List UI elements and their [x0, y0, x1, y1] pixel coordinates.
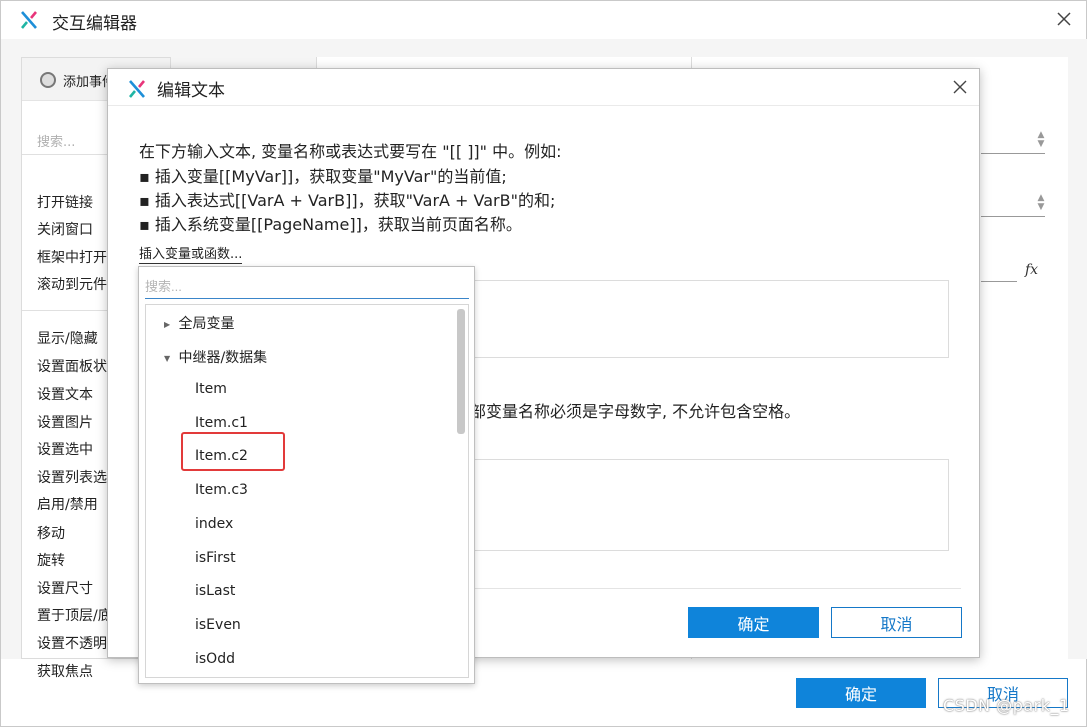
- divider: [108, 105, 979, 106]
- tree-node-item[interactable]: isLast: [195, 583, 468, 599]
- spinner-icon[interactable]: ▲ ▼: [1036, 194, 1046, 214]
- action-item[interactable]: 设置尺寸: [37, 578, 93, 598]
- expand-icon[interactable]: ▶: [164, 320, 174, 329]
- local-variables-area[interactable]: [473, 459, 949, 551]
- spinner-icon[interactable]: ▲ ▼: [1036, 131, 1046, 151]
- property-field[interactable]: [981, 153, 1045, 154]
- action-item[interactable]: 设置图片: [37, 412, 93, 432]
- window-title: 交互编辑器: [52, 14, 137, 34]
- variable-tree: ▶ 全局变量 ▼ 中继器/数据集 Item Item.c1 Item.c2 It…: [145, 304, 469, 678]
- scrollbar-thumb[interactable]: [457, 309, 465, 434]
- tree-node-repeater-dataset[interactable]: ▼ 中继器/数据集: [164, 347, 464, 367]
- axure-logo-icon: [21, 11, 37, 29]
- watermark: CSDN @park_1: [943, 696, 1070, 715]
- highlight-annotation-box: [181, 432, 285, 471]
- tree-node-item[interactable]: Item.c3: [195, 482, 468, 498]
- property-field[interactable]: [981, 281, 1017, 282]
- axure-logo-icon: [129, 80, 145, 98]
- dialog-title: 编辑文本: [157, 81, 225, 101]
- action-item[interactable]: 显示/隐藏: [37, 328, 98, 348]
- divider: [473, 588, 961, 589]
- collapse-icon[interactable]: ▼: [164, 354, 174, 363]
- action-item[interactable]: 设置选中: [37, 439, 93, 459]
- tree-node-global-variables[interactable]: ▶ 全局变量: [164, 313, 464, 333]
- tree-node-label: 中继器/数据集: [178, 350, 268, 366]
- tree-node-item[interactable]: Item.c1: [195, 415, 468, 431]
- action-item[interactable]: 设置不透明: [37, 633, 107, 653]
- property-field[interactable]: [981, 216, 1045, 217]
- window-titlebar: 交互编辑器: [1, 1, 1086, 39]
- ok-button[interactable]: 确定: [796, 678, 926, 708]
- tree-node-item[interactable]: isEven: [195, 617, 468, 633]
- fx-icon[interactable]: fx: [1025, 262, 1038, 278]
- instruction-line: ▪ 插入表达式[[VarA + VarB]]，获取"VarA + VarB"的和…: [139, 191, 556, 210]
- action-item[interactable]: 启用/禁用: [37, 494, 98, 514]
- action-item[interactable]: 设置列表选: [37, 467, 107, 487]
- add-event-icon: [40, 72, 56, 88]
- actions-search-input[interactable]: 搜索...: [37, 131, 75, 150]
- close-icon[interactable]: [951, 78, 969, 96]
- search-input[interactable]: [145, 275, 469, 299]
- tree-node-item[interactable]: isOdd: [195, 651, 468, 667]
- tree-node-item[interactable]: Item: [195, 381, 468, 397]
- instruction-line: 在下方输入文本, 变量名称或表达式要写在 "[[ ]]" 中。例如:: [139, 142, 562, 161]
- close-icon[interactable]: [1054, 9, 1074, 29]
- action-item[interactable]: 移动: [37, 523, 65, 543]
- action-item[interactable]: 获取焦点: [37, 661, 93, 681]
- text-input-area[interactable]: [473, 280, 949, 358]
- insert-variable-link[interactable]: 插入变量或函数...: [139, 247, 243, 264]
- cancel-button[interactable]: 取消: [831, 607, 962, 638]
- action-item[interactable]: 设置文本: [37, 384, 93, 404]
- action-item[interactable]: 旋转: [37, 550, 65, 570]
- instruction-line: ▪ 插入系统变量[[PageName]]，获取当前页面名称。: [139, 215, 522, 234]
- local-variable-note: 部变量名称必须是字母数字, 不允许包含空格。: [470, 402, 801, 421]
- tree-node-item[interactable]: isFirst: [195, 550, 468, 566]
- instruction-line: ▪ 插入变量[[MyVar]]，获取变量"MyVar"的当前值;: [139, 167, 507, 186]
- ok-button[interactable]: 确定: [688, 607, 819, 638]
- action-item[interactable]: 置于顶层/底: [37, 605, 112, 625]
- action-item[interactable]: 设置面板状: [37, 356, 107, 376]
- variable-picker-popup: ▶ 全局变量 ▼ 中继器/数据集 Item Item.c1 Item.c2 It…: [138, 266, 475, 684]
- action-item[interactable]: 框架中打开: [37, 247, 107, 267]
- tree-node-item[interactable]: index: [195, 516, 468, 532]
- action-item[interactable]: 滚动到元件: [37, 274, 107, 294]
- tree-node-label: 全局变量: [178, 316, 235, 332]
- action-item[interactable]: 打开链接: [37, 192, 93, 212]
- action-item[interactable]: 关闭窗口: [37, 219, 93, 239]
